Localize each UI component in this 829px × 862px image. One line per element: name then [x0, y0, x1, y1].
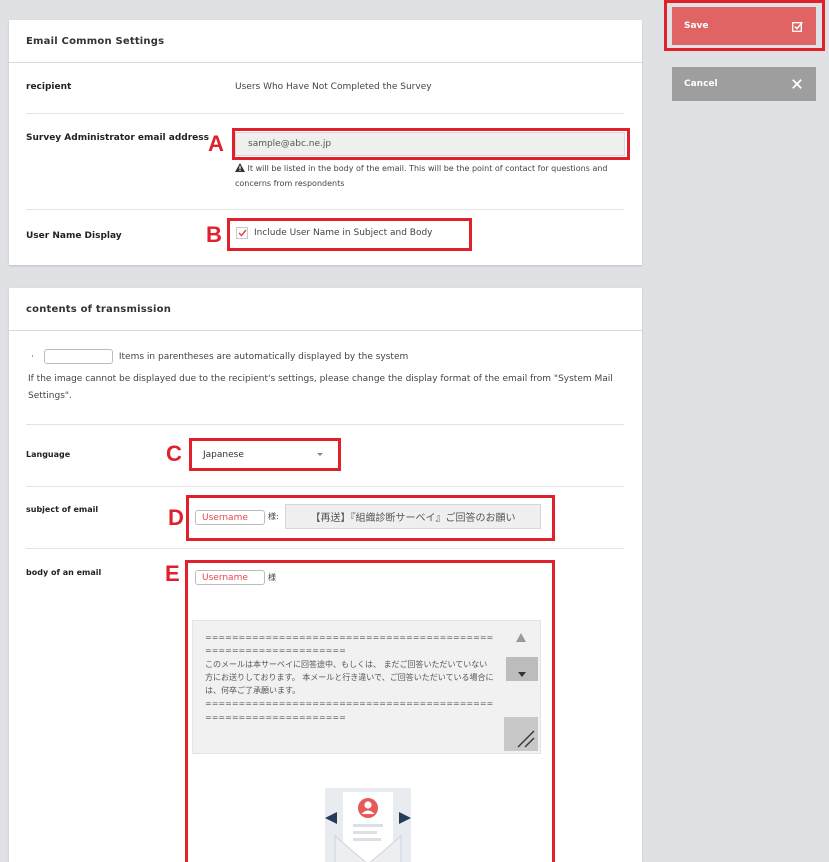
highlight-save — [664, 0, 825, 51]
body-label: body of an email — [26, 568, 102, 577]
image-note: If the image cannot be displayed due to … — [28, 374, 613, 401]
recipient-value: Users Who Have Not Completed the Survey — [235, 82, 432, 92]
user-name-display-label: User Name Display — [26, 231, 122, 241]
divider — [26, 486, 624, 487]
cancel-button[interactable]: Cancel — [672, 67, 816, 101]
divider — [26, 209, 624, 210]
marker-d: D — [168, 505, 184, 530]
highlight-b — [227, 218, 472, 251]
divider — [26, 548, 624, 549]
divider — [26, 113, 624, 114]
marker-a: A — [208, 131, 224, 156]
legend-text: Items in parentheses are automatically d… — [118, 351, 409, 362]
admin-email-label: Survey Administrator email address — [26, 133, 209, 143]
subject-label: subject of email — [26, 505, 99, 514]
highlight-e — [185, 560, 555, 862]
contents-title: contents of transmission — [9, 288, 642, 331]
highlight-a — [232, 128, 630, 160]
language-label: Language — [26, 450, 71, 459]
warning-icon — [235, 163, 245, 172]
email-common-settings-title: Email Common Settings — [9, 20, 642, 63]
cancel-button-label: Cancel — [684, 79, 718, 89]
legend-row: · Items in parentheses are automatically… — [31, 349, 408, 364]
highlight-c — [189, 438, 341, 471]
recipient-label: recipient — [26, 82, 72, 92]
admin-email-note: It will be listed in the body of the ema… — [235, 163, 608, 188]
legend-sample-box — [43, 349, 113, 364]
marker-c: C — [166, 441, 182, 466]
divider — [26, 424, 624, 425]
marker-e: E — [165, 561, 180, 586]
close-icon — [792, 79, 802, 89]
highlight-d — [186, 495, 555, 541]
marker-b: B — [206, 222, 222, 247]
